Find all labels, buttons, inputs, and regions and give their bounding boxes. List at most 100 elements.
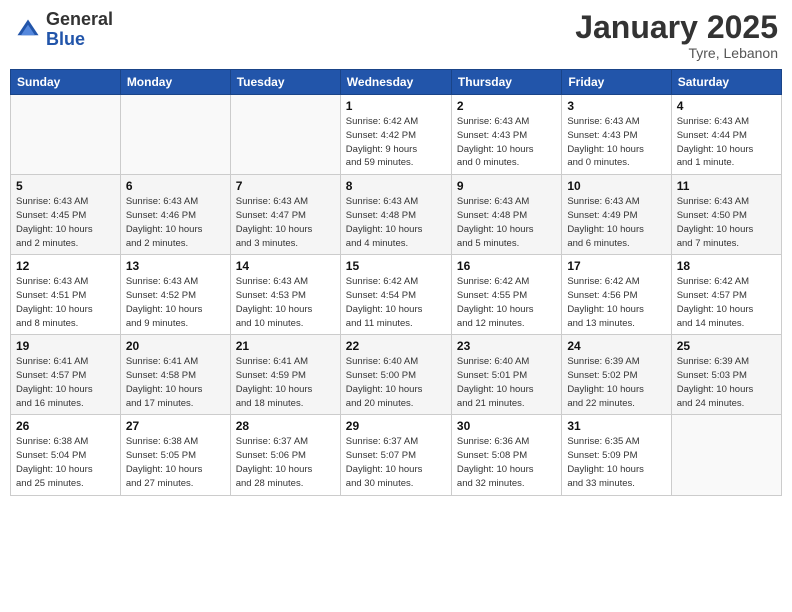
calendar-cell: 14Sunrise: 6:43 AMSunset: 4:53 PMDayligh…	[230, 255, 340, 335]
day-number: 13	[126, 259, 225, 273]
day-info: Sunrise: 6:38 AMSunset: 5:05 PMDaylight:…	[126, 435, 225, 490]
weekday-header-thursday: Thursday	[451, 70, 561, 95]
logo-icon	[14, 16, 42, 44]
calendar-cell: 9 Sunrise: 6:43 AMSunset: 4:48 PMDaylight…	[451, 175, 561, 255]
day-info: Sunrise: 6:43 AMSunset: 4:52 PMDaylight:…	[126, 275, 225, 330]
day-number: 18	[677, 259, 776, 273]
calendar-cell: 23 Sunrise: 6:40 AMSunset: 5:01 PMDayligh…	[451, 335, 561, 415]
logo-blue-text: Blue	[46, 29, 85, 49]
calendar-cell: 1 Sunrise: 6:42 AMSunset: 4:42 PMDaylight…	[340, 95, 451, 175]
month-title: January 2025	[575, 10, 778, 45]
day-number: 24	[567, 339, 665, 353]
calendar-cell: 28 Sunrise: 6:37 AMSunset: 5:06 PMDayligh…	[230, 415, 340, 495]
day-number: 29	[346, 419, 446, 433]
day-number: 7	[236, 179, 335, 193]
day-info: Sunrise: 6:42 AMSunset: 4:56 PMDaylight:…	[567, 275, 665, 330]
calendar-week-row: 26 Sunrise: 6:38 AMSunset: 5:04 PMDayligh…	[11, 415, 782, 495]
day-info: Sunrise: 6:39 AMSunset: 5:02 PMDaylight:…	[567, 355, 665, 410]
day-number: 5	[16, 179, 115, 193]
logo: General Blue	[14, 10, 113, 50]
day-info: Sunrise: 6:43 AMSunset: 4:43 PMDaylight:…	[457, 115, 556, 170]
day-info: Sunrise: 6:43 AMSunset: 4:49 PMDaylight:…	[567, 195, 665, 250]
calendar-cell: 6 Sunrise: 6:43 AMSunset: 4:46 PMDaylight…	[120, 175, 230, 255]
calendar-cell: 20Sunrise: 6:41 AMSunset: 4:58 PMDayligh…	[120, 335, 230, 415]
logo-general-text: General	[46, 9, 113, 29]
day-number: 21	[236, 339, 335, 353]
calendar-cell	[11, 95, 121, 175]
day-info: Sunrise: 6:43 AMSunset: 4:43 PMDaylight:…	[567, 115, 665, 170]
calendar-cell	[120, 95, 230, 175]
day-number: 22	[346, 339, 446, 353]
calendar-cell: 30Sunrise: 6:36 AMSunset: 5:08 PMDayligh…	[451, 415, 561, 495]
day-info: Sunrise: 6:43 AMSunset: 4:46 PMDaylight:…	[126, 195, 225, 250]
day-info: Sunrise: 6:43 AMSunset: 4:44 PMDaylight:…	[677, 115, 776, 170]
day-info: Sunrise: 6:37 AMSunset: 5:06 PMDaylight:…	[236, 435, 335, 490]
day-number: 15	[346, 259, 446, 273]
day-number: 11	[677, 179, 776, 193]
calendar-cell: 16 Sunrise: 6:42 AMSunset: 4:55 PMDayligh…	[451, 255, 561, 335]
day-info: Sunrise: 6:36 AMSunset: 5:08 PMDaylight:…	[457, 435, 556, 490]
calendar-cell: 26 Sunrise: 6:38 AMSunset: 5:04 PMDayligh…	[11, 415, 121, 495]
calendar-cell: 12 Sunrise: 6:43 AMSunset: 4:51 PMDayligh…	[11, 255, 121, 335]
day-number: 25	[677, 339, 776, 353]
day-number: 9	[457, 179, 556, 193]
day-info: Sunrise: 6:43 AMSunset: 4:45 PMDaylight:…	[16, 195, 115, 250]
day-info: Sunrise: 6:40 AMSunset: 5:01 PMDaylight:…	[457, 355, 556, 410]
calendar-cell: 10 Sunrise: 6:43 AMSunset: 4:49 PMDayligh…	[562, 175, 671, 255]
day-info: Sunrise: 6:40 AMSunset: 5:00 PMDaylight:…	[346, 355, 446, 410]
day-info: Sunrise: 6:42 AMSunset: 4:54 PMDaylight:…	[346, 275, 446, 330]
day-number: 6	[126, 179, 225, 193]
weekday-header-monday: Monday	[120, 70, 230, 95]
day-number: 16	[457, 259, 556, 273]
calendar-cell	[230, 95, 340, 175]
day-info: Sunrise: 6:42 AMSunset: 4:57 PMDaylight:…	[677, 275, 776, 330]
weekday-header-saturday: Saturday	[671, 70, 781, 95]
day-info: Sunrise: 6:42 AMSunset: 4:42 PMDaylight:…	[346, 115, 446, 170]
calendar-cell: 7 Sunrise: 6:43 AMSunset: 4:47 PMDaylight…	[230, 175, 340, 255]
calendar-week-row: 5 Sunrise: 6:43 AMSunset: 4:45 PMDaylight…	[11, 175, 782, 255]
calendar-cell: 22 Sunrise: 6:40 AMSunset: 5:00 PMDayligh…	[340, 335, 451, 415]
day-info: Sunrise: 6:42 AMSunset: 4:55 PMDaylight:…	[457, 275, 556, 330]
calendar-cell: 29 Sunrise: 6:37 AMSunset: 5:07 PMDayligh…	[340, 415, 451, 495]
page-header: General Blue January 2025 Tyre, Lebanon	[10, 10, 782, 61]
weekday-header-tuesday: Tuesday	[230, 70, 340, 95]
day-info: Sunrise: 6:43 AMSunset: 4:51 PMDaylight:…	[16, 275, 115, 330]
calendar-week-row: 1 Sunrise: 6:42 AMSunset: 4:42 PMDaylight…	[11, 95, 782, 175]
day-number: 20	[126, 339, 225, 353]
calendar-cell: 24 Sunrise: 6:39 AMSunset: 5:02 PMDayligh…	[562, 335, 671, 415]
calendar-cell: 4 Sunrise: 6:43 AMSunset: 4:44 PMDaylight…	[671, 95, 781, 175]
weekday-header-wednesday: Wednesday	[340, 70, 451, 95]
day-info: Sunrise: 6:43 AMSunset: 4:47 PMDaylight:…	[236, 195, 335, 250]
day-info: Sunrise: 6:41 AMSunset: 4:59 PMDaylight:…	[236, 355, 335, 410]
calendar-cell: 19Sunrise: 6:41 AMSunset: 4:57 PMDayligh…	[11, 335, 121, 415]
calendar-cell	[671, 415, 781, 495]
title-block: January 2025 Tyre, Lebanon	[575, 10, 778, 61]
day-info: Sunrise: 6:39 AMSunset: 5:03 PMDaylight:…	[677, 355, 776, 410]
calendar-cell: 8Sunrise: 6:43 AMSunset: 4:48 PMDaylight…	[340, 175, 451, 255]
day-number: 14	[236, 259, 335, 273]
calendar-cell: 3Sunrise: 6:43 AMSunset: 4:43 PMDaylight…	[562, 95, 671, 175]
day-info: Sunrise: 6:43 AMSunset: 4:48 PMDaylight:…	[457, 195, 556, 250]
day-info: Sunrise: 6:38 AMSunset: 5:04 PMDaylight:…	[16, 435, 115, 490]
day-info: Sunrise: 6:37 AMSunset: 5:07 PMDaylight:…	[346, 435, 446, 490]
day-number: 28	[236, 419, 335, 433]
day-info: Sunrise: 6:43 AMSunset: 4:48 PMDaylight:…	[346, 195, 446, 250]
day-number: 12	[16, 259, 115, 273]
calendar-cell: 15 Sunrise: 6:42 AMSunset: 4:54 PMDayligh…	[340, 255, 451, 335]
day-number: 26	[16, 419, 115, 433]
calendar-cell: 18 Sunrise: 6:42 AMSunset: 4:57 PMDayligh…	[671, 255, 781, 335]
day-number: 31	[567, 419, 665, 433]
calendar-cell: 25 Sunrise: 6:39 AMSunset: 5:03 PMDayligh…	[671, 335, 781, 415]
day-number: 1	[346, 99, 446, 113]
logo-text: General Blue	[46, 10, 113, 50]
day-number: 17	[567, 259, 665, 273]
calendar-cell: 17 Sunrise: 6:42 AMSunset: 4:56 PMDayligh…	[562, 255, 671, 335]
day-number: 23	[457, 339, 556, 353]
day-number: 19	[16, 339, 115, 353]
day-number: 27	[126, 419, 225, 433]
calendar-cell: 2Sunrise: 6:43 AMSunset: 4:43 PMDaylight…	[451, 95, 561, 175]
calendar-cell: 21 Sunrise: 6:41 AMSunset: 4:59 PMDayligh…	[230, 335, 340, 415]
calendar-cell: 31Sunrise: 6:35 AMSunset: 5:09 PMDayligh…	[562, 415, 671, 495]
day-number: 10	[567, 179, 665, 193]
day-number: 4	[677, 99, 776, 113]
